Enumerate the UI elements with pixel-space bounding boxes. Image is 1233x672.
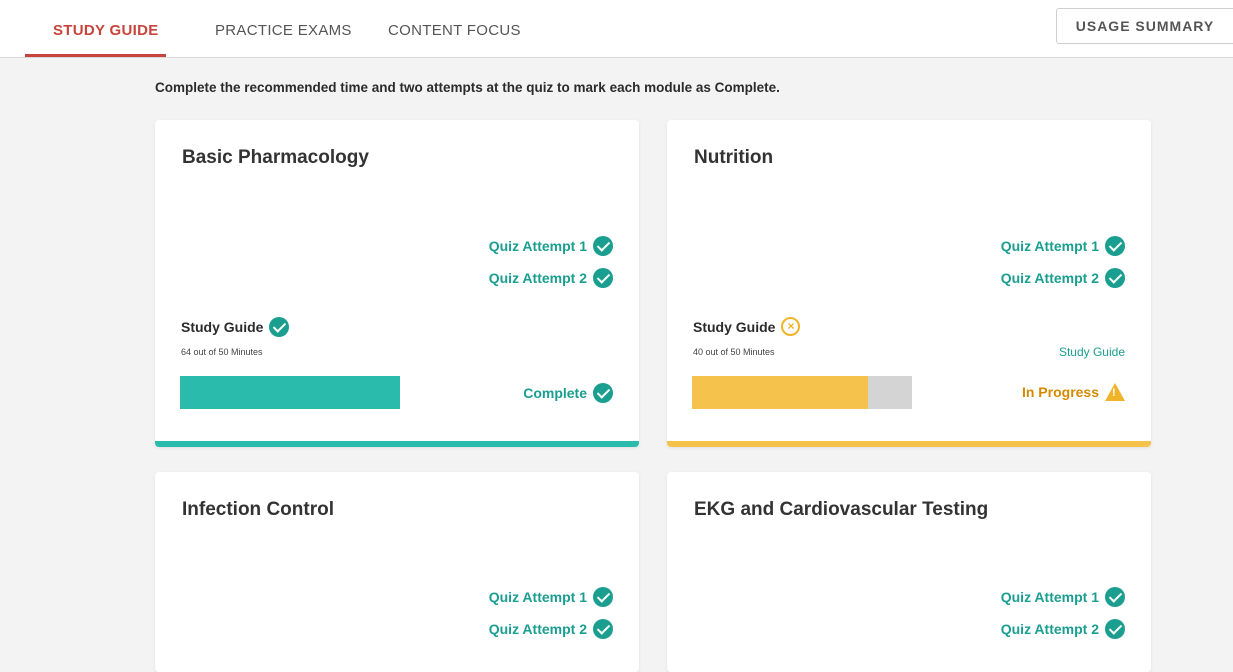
module-title: Nutrition: [694, 147, 774, 168]
top-tab-bar: STUDY GUIDE PRACTICE EXAMS CONTENT FOCUS…: [0, 0, 1233, 58]
tab-study-guide[interactable]: STUDY GUIDE: [53, 22, 159, 39]
study-progress-fill: [692, 376, 868, 409]
study-guide-link[interactable]: Study Guide: [1059, 345, 1125, 359]
quiz-attempt-1-link[interactable]: Quiz Attempt 1: [489, 587, 613, 607]
study-guide-label: Study Guide ×: [693, 317, 801, 336]
quiz-attempt-1-link[interactable]: Quiz Attempt 1: [1001, 587, 1125, 607]
quiz-attempt-2-label: Quiz Attempt 2: [488, 270, 587, 286]
module-status: In Progress !: [1022, 383, 1125, 401]
quiz-attempt-1-label: Quiz Attempt 1: [488, 238, 587, 254]
check-circle-icon: [1105, 268, 1125, 288]
quiz-attempt-2-link[interactable]: Quiz Attempt 2: [489, 619, 613, 639]
check-circle-icon: [269, 317, 290, 337]
tab-practice-exams[interactable]: PRACTICE EXAMS: [215, 22, 352, 39]
check-circle-icon: [1105, 619, 1125, 639]
status-bottom-border: [667, 441, 1151, 447]
module-card-nutrition: Nutrition Quiz Attempt 1 Quiz Attempt 2 …: [667, 120, 1151, 447]
check-circle-icon: [593, 236, 613, 256]
study-progress-bar: [180, 376, 400, 409]
study-minutes: 64 out of 50 Minutes: [181, 347, 263, 357]
check-circle-icon: [1105, 236, 1125, 256]
quiz-attempt-2-link[interactable]: Quiz Attempt 2: [1001, 619, 1125, 639]
study-progress-fill: [180, 376, 400, 409]
check-circle-icon: [1105, 587, 1125, 607]
quiz-attempt-2-label: Quiz Attempt 2: [1000, 621, 1099, 637]
quiz-attempt-2-link[interactable]: Quiz Attempt 2: [489, 268, 613, 288]
quiz-attempt-1-label: Quiz Attempt 1: [1000, 589, 1099, 605]
module-title: Basic Pharmacology: [182, 147, 369, 168]
quiz-attempt-2-label: Quiz Attempt 2: [1000, 270, 1099, 286]
study-progress-bar: [692, 376, 912, 409]
active-tab-indicator: [25, 54, 166, 57]
module-status: Complete: [523, 383, 613, 403]
study-guide-text: Study Guide: [693, 318, 776, 335]
module-title: EKG and Cardiovascular Testing: [694, 499, 989, 520]
status-label: Complete: [523, 385, 587, 401]
instructions-text: Complete the recommended time and two at…: [155, 80, 780, 95]
x-circle-icon: ×: [781, 317, 801, 336]
warning-icon: !: [1105, 383, 1125, 401]
quiz-attempt-1-label: Quiz Attempt 1: [488, 589, 587, 605]
module-card-ekg-cardiovascular: EKG and Cardiovascular Testing Quiz Atte…: [667, 472, 1151, 672]
quiz-attempt-2-link[interactable]: Quiz Attempt 2: [1001, 268, 1125, 288]
study-guide-label: Study Guide: [181, 317, 290, 337]
status-label: In Progress: [1021, 384, 1099, 400]
check-circle-icon: [593, 587, 613, 607]
quiz-attempt-1-label: Quiz Attempt 1: [1000, 238, 1099, 254]
study-guide-text: Study Guide: [181, 319, 264, 335]
study-minutes: 40 out of 50 Minutes: [693, 347, 775, 357]
quiz-attempt-1-link[interactable]: Quiz Attempt 1: [1001, 236, 1125, 256]
module-title: Infection Control: [182, 499, 334, 520]
quiz-attempt-2-label: Quiz Attempt 2: [488, 621, 587, 637]
module-card-basic-pharmacology: Basic Pharmacology Quiz Attempt 1 Quiz A…: [155, 120, 639, 447]
check-circle-icon: [593, 268, 613, 288]
check-circle-icon: [593, 619, 613, 639]
status-bottom-border: [155, 441, 639, 447]
module-card-infection-control: Infection Control Quiz Attempt 1 Quiz At…: [155, 472, 639, 672]
quiz-attempt-1-link[interactable]: Quiz Attempt 1: [489, 236, 613, 256]
usage-summary-button[interactable]: USAGE SUMMARY: [1056, 8, 1233, 44]
tab-content-focus[interactable]: CONTENT FOCUS: [388, 22, 521, 39]
check-circle-icon: [593, 383, 613, 403]
